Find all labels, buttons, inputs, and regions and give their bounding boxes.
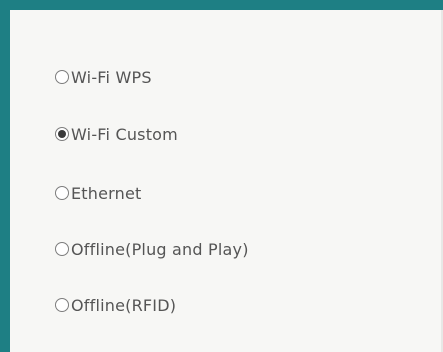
radio-button[interactable] [55,242,69,256]
option-label: Offline(Plug and Play) [71,239,249,259]
option-label: Wi-Fi WPS [71,67,152,87]
option-label: Ethernet [71,183,142,203]
radio-option-wifi-custom[interactable]: Wi-Fi Custom [55,121,178,147]
option-label: Offline(RFID) [71,295,177,315]
radio-button[interactable] [55,186,69,200]
radio-button-selected[interactable] [55,127,69,141]
window-frame: Wi-Fi WPS Wi-Fi Custom Ethernet Offline(… [0,0,443,352]
radio-selected-dot [58,130,66,138]
radio-option-wifi-wps[interactable]: Wi-Fi WPS [55,64,152,90]
option-label: Wi-Fi Custom [71,124,178,144]
radio-option-ethernet[interactable]: Ethernet [55,180,142,206]
radio-option-offline-rfid[interactable]: Offline(RFID) [55,292,176,318]
radio-button[interactable] [55,70,69,84]
radio-button[interactable] [55,298,69,312]
radio-option-offline-plug-and-play[interactable]: Offline(Plug and Play) [55,236,249,262]
connection-type-panel: Wi-Fi WPS Wi-Fi Custom Ethernet Offline(… [10,10,443,352]
